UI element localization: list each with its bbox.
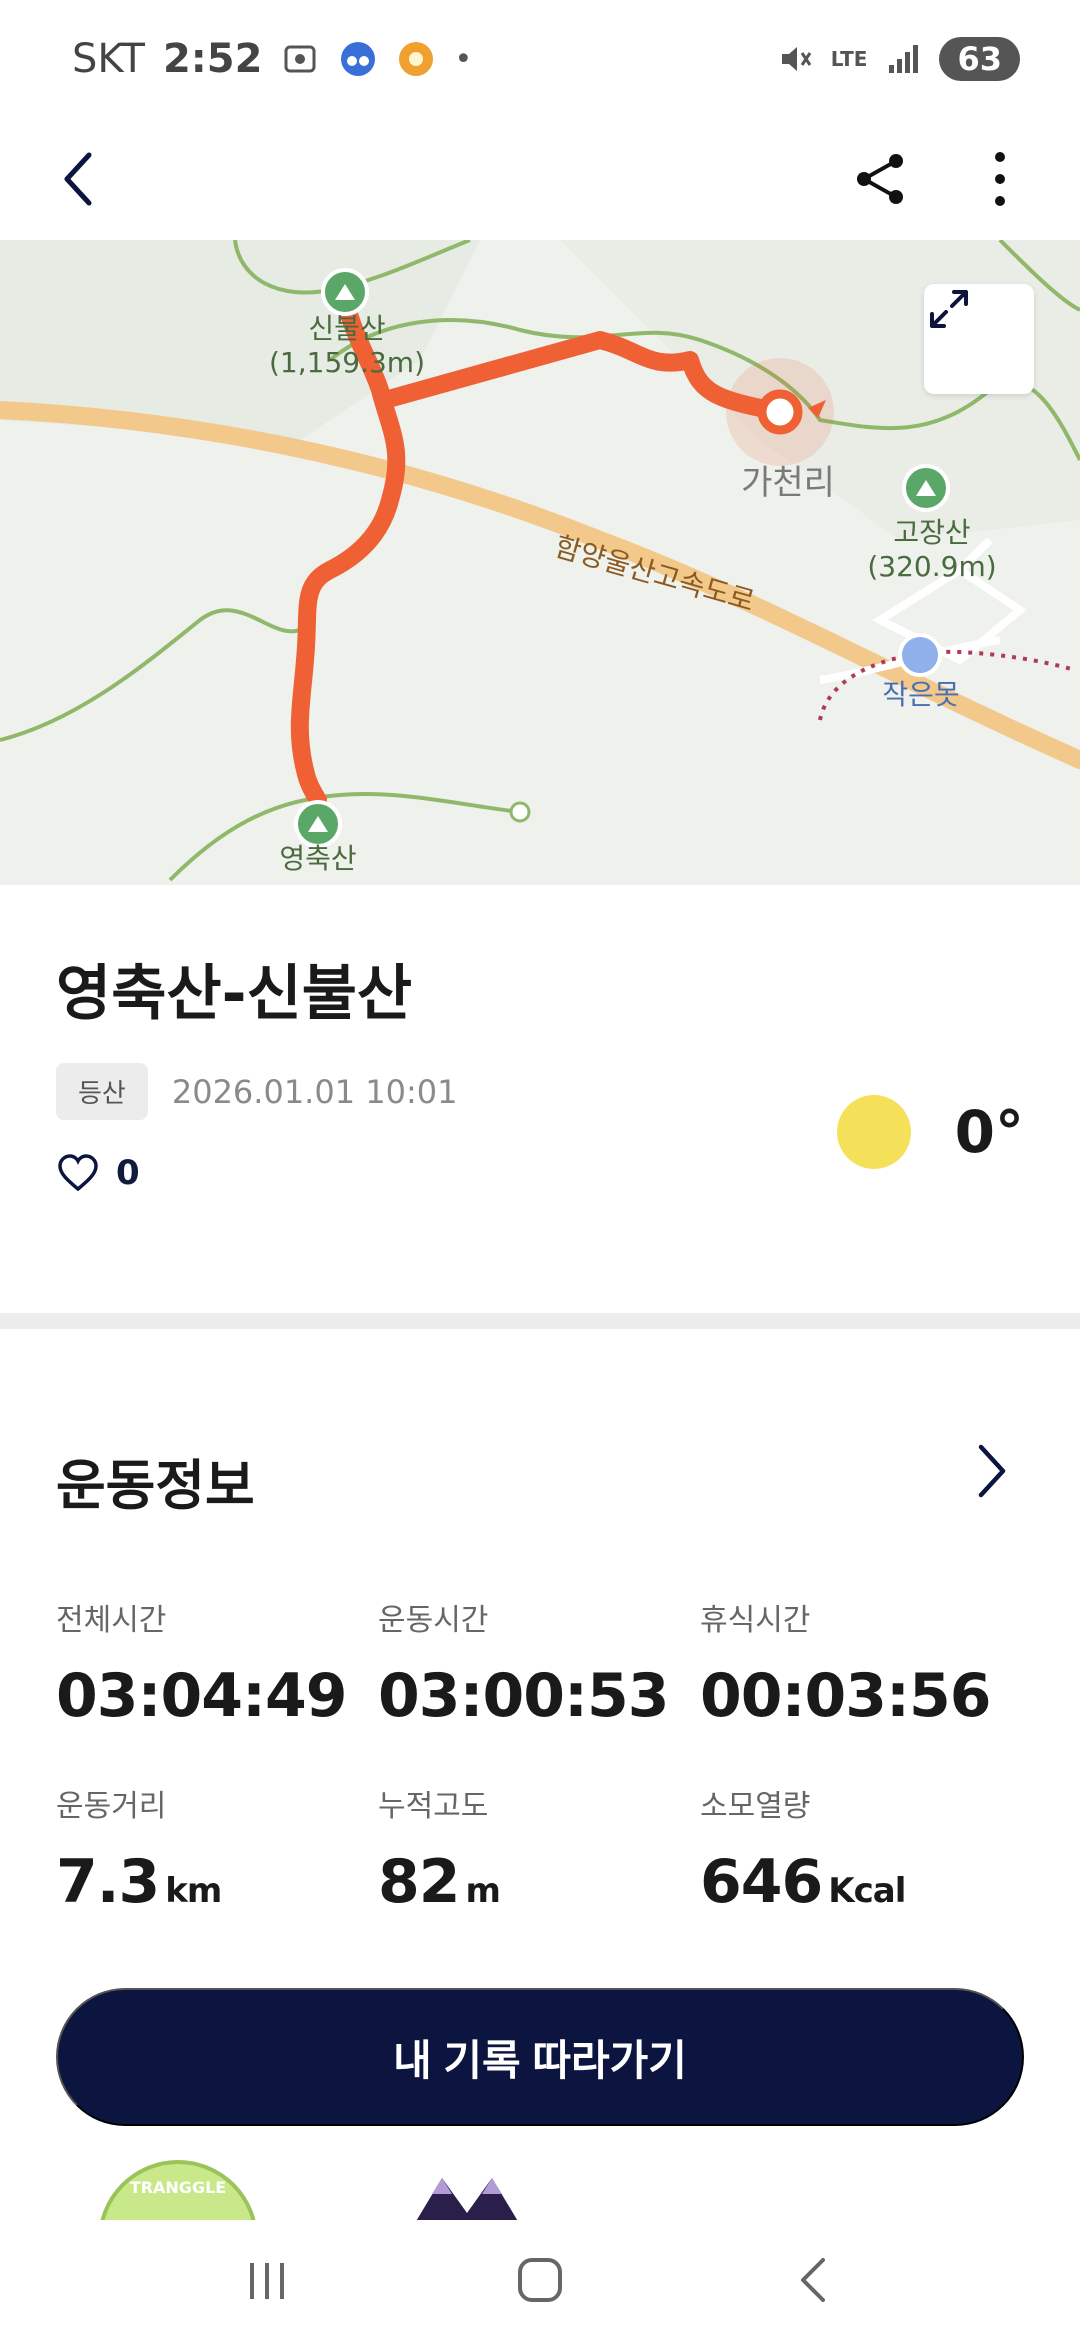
chevron-right-icon — [978, 1444, 1006, 1498]
route-map[interactable]: 신불산 (1,159.3m) 가천리 고장산 (320.9m) 함양울산고속도로… — [0, 240, 1080, 885]
more-icon — [995, 152, 1005, 206]
stat-elevation: 누적고도 82 m — [378, 1781, 698, 1917]
section-divider — [0, 1313, 1080, 1329]
system-nav-bar — [0, 2220, 1080, 2340]
mute-icon — [775, 39, 815, 79]
exercise-section-title: 운동정보 — [56, 1454, 255, 1517]
battery-level: 63 — [939, 37, 1020, 81]
status-right: LTE 63 — [775, 37, 1020, 81]
more-notifications-dot: • — [454, 41, 473, 77]
recent-apps-icon — [249, 2263, 284, 2299]
share-button[interactable] — [840, 139, 920, 219]
weather: 0° — [836, 1095, 1024, 1169]
home-icon — [517, 2258, 562, 2302]
like-button[interactable]: 0 — [56, 1153, 140, 1193]
screenshot-icon — [280, 39, 320, 79]
share-icon — [857, 154, 903, 204]
stat-value: 03:04:49 — [56, 1661, 376, 1731]
stat-value: 00:03:56 — [700, 1661, 1020, 1731]
stat-number: 7.3 — [56, 1847, 160, 1917]
status-bar: SKT 2:52 • LTE 63 — [0, 0, 1080, 118]
sun-icon — [836, 1095, 911, 1169]
stat-value: 03:00:53 — [378, 1661, 698, 1731]
stat-label: 휴식시간 — [700, 1603, 811, 1638]
label-sinbulsan: 신불산 (1,159.3m) — [262, 312, 432, 380]
recent-apps-button[interactable] — [227, 2240, 307, 2320]
trangle-badge[interactable]: TRANGGLE — [98, 2160, 258, 2220]
stat-calories: 소모열량 646 Kcal — [700, 1781, 1020, 1917]
app-bar — [0, 118, 1080, 240]
app-notification-icon-2 — [396, 39, 436, 79]
badge-text: TRANGGLE — [129, 2178, 227, 2197]
stat-unit: Kcal — [828, 1871, 906, 1911]
stat-label: 소모열량 — [700, 1789, 811, 1824]
label-gojangsan-name: 고장산 — [893, 516, 971, 549]
activity-info: 영축산-신불산 등산 2026.01.01 10:01 0 0° — [0, 885, 1080, 1315]
back-icon — [64, 152, 92, 206]
stat-rest-time: 휴식시간 00:03:56 — [700, 1595, 1020, 1731]
label-sinbulsan-name: 신불산 — [308, 312, 386, 345]
back-button[interactable] — [40, 139, 120, 219]
home-button[interactable] — [500, 2240, 580, 2320]
activity-title: 영축산-신불산 — [56, 959, 413, 1029]
temperature: 0° — [954, 1098, 1024, 1166]
activity-datetime: 2026.01.01 10:01 — [171, 1072, 458, 1111]
app-bar-actions — [840, 139, 1040, 219]
label-gojangsan-height: (320.9m) — [867, 550, 997, 583]
stat-value: 82 m — [378, 1847, 698, 1917]
clock: 2:52 — [162, 36, 263, 82]
like-count: 0 — [116, 1153, 140, 1193]
stat-label: 전체시간 — [56, 1603, 167, 1638]
more-options-button[interactable] — [960, 139, 1040, 219]
label-gacheonri: 가천리 — [741, 463, 835, 503]
stat-distance: 운동거리 7.3 km — [56, 1781, 376, 1917]
stat-label: 운동거리 — [56, 1789, 167, 1824]
stat-number: 646 — [700, 1847, 823, 1917]
stat-label: 운동시간 — [378, 1603, 489, 1638]
nav-back-icon — [801, 2258, 826, 2302]
expand-map-button[interactable] — [924, 284, 1034, 394]
carrier-label: SKT — [72, 36, 145, 82]
badge-preview-row: TRANGGLE — [0, 2150, 1080, 2220]
follow-my-record-button[interactable]: 내 기록 따라가기 — [56, 1988, 1024, 2126]
stat-label: 누적고도 — [378, 1789, 489, 1824]
stat-unit: m — [465, 1871, 501, 1911]
mountain-badge-icon[interactable] — [412, 2158, 532, 2220]
exercise-info-section: 운동정보 전체시간 03:04:49 운동시간 03:00:53 휴식시간 00… — [0, 1329, 1080, 1969]
network-type: LTE — [830, 47, 868, 71]
label-yeongchuksan: 영축산 — [279, 842, 357, 875]
stat-value: 7.3 km — [56, 1847, 376, 1917]
stat-number: 03:04:49 — [56, 1661, 347, 1731]
heart-icon — [58, 1154, 98, 1192]
stat-number: 00:03:56 — [700, 1661, 991, 1731]
system-back-button[interactable] — [773, 2240, 853, 2320]
label-pond: 작은못 — [882, 678, 960, 711]
stat-unit: km — [165, 1871, 222, 1911]
label-gojangsan: 고장산 (320.9m) — [862, 516, 1002, 584]
stat-moving-time: 운동시간 03:00:53 — [378, 1595, 698, 1731]
stat-number: 82 — [378, 1847, 460, 1917]
activity-type-tag: 등산 — [56, 1063, 148, 1120]
label-sinbulsan-height: (1,159.3m) — [269, 346, 425, 379]
signal-icon — [883, 39, 923, 79]
app-notification-icon — [338, 39, 378, 79]
stat-value: 646 Kcal — [700, 1847, 1020, 1917]
exercise-detail-button[interactable] — [960, 1439, 1024, 1503]
activity-meta: 등산 2026.01.01 10:01 — [56, 1063, 457, 1120]
expand-icon — [930, 290, 968, 328]
stat-total-time: 전체시간 03:04:49 — [56, 1595, 376, 1731]
status-left: SKT 2:52 • — [72, 36, 472, 82]
stat-number: 03:00:53 — [378, 1661, 669, 1731]
